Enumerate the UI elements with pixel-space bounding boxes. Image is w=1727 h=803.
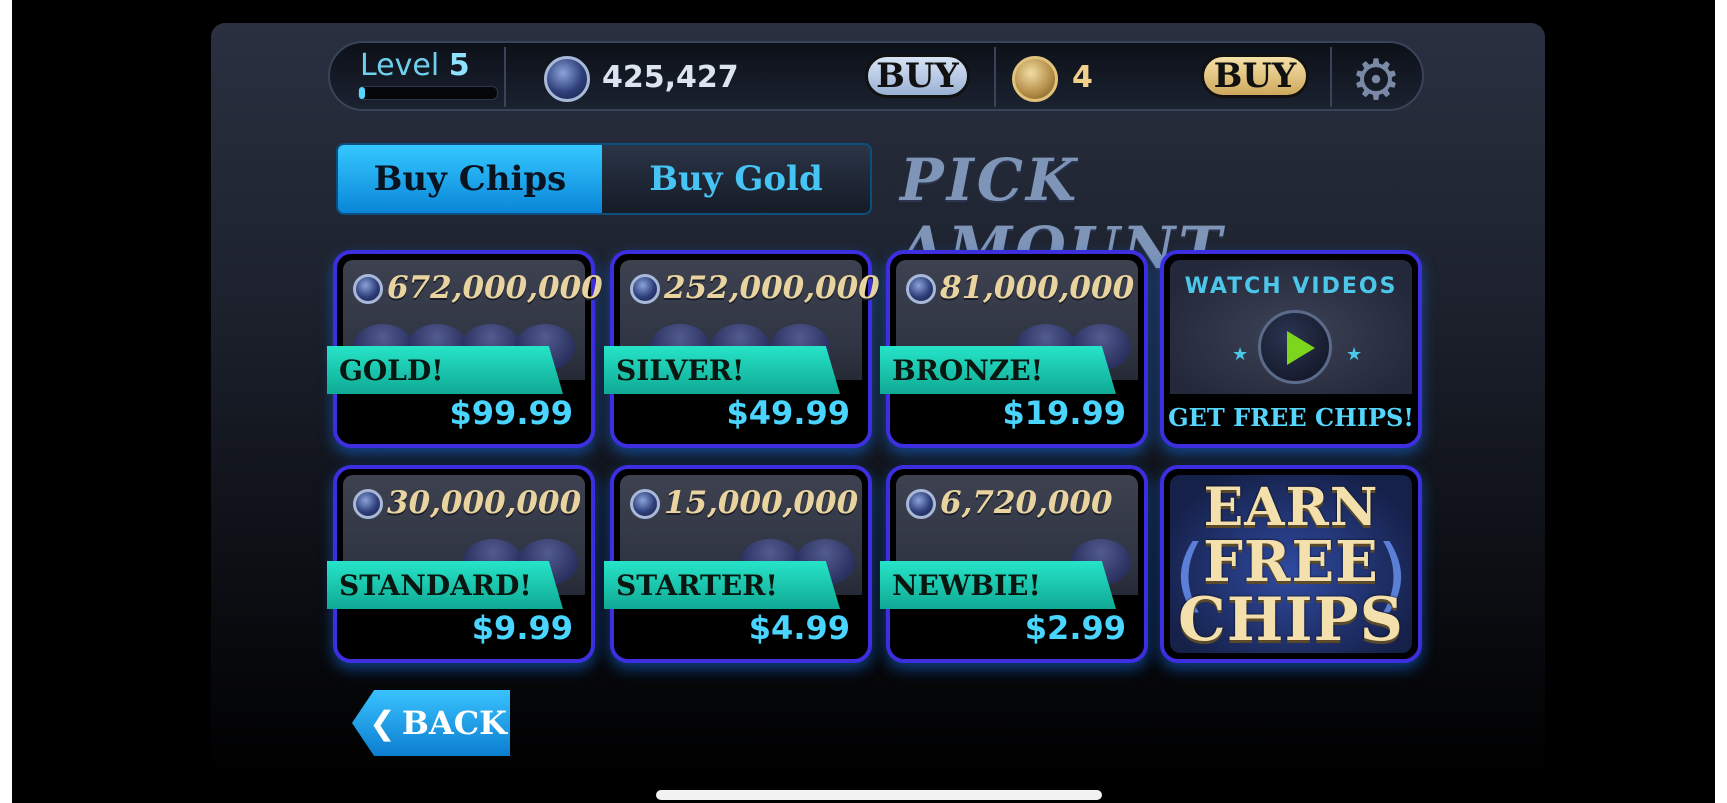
earn-free-chips-art: ( ) EARN FREE CHIPS: [1170, 475, 1412, 655]
chips-line: CHIPS: [1178, 585, 1404, 655]
buy-chips-button[interactable]: BUY: [865, 54, 970, 98]
package-card-bronze[interactable]: 81,000,000 BRONZE! $19.99: [880, 250, 1148, 448]
tab-buy-gold[interactable]: Buy Gold: [602, 145, 870, 213]
get-free-chips-label: GET FREE CHIPS!: [1168, 403, 1414, 432]
status-divider: [504, 47, 506, 107]
package-tier-ribbon: GOLD!: [327, 346, 563, 394]
package-card-silver[interactable]: 252,000,000 SILVER! $49.99: [604, 250, 880, 448]
level-value: 5: [448, 48, 470, 83]
play-icon: [1258, 310, 1332, 384]
buy-gold-button[interactable]: BUY: [1201, 54, 1309, 98]
package-tier-ribbon: STARTER!: [604, 561, 840, 609]
package-price: $9.99: [471, 609, 573, 647]
package-price: $2.99: [1024, 609, 1126, 647]
package-price: $99.99: [449, 394, 573, 432]
package-price: $49.99: [726, 394, 850, 432]
watch-videos-art: WATCH VIDEOS ★ ★: [1170, 260, 1412, 394]
package-amount: 6,720,000: [940, 485, 1113, 521]
package-amount: 81,000,000: [940, 270, 1135, 306]
level-progress-fill: [359, 87, 365, 99]
package-card-standard[interactable]: 30,000,000 STANDARD! $9.99: [327, 465, 595, 663]
status-divider: [994, 47, 996, 107]
package-amount: 15,000,000: [664, 485, 859, 521]
package-price: $4.99: [748, 609, 850, 647]
play-triangle: [1287, 331, 1315, 365]
package-tier-ribbon: STANDARD!: [327, 561, 563, 609]
page-title: PICK AMOUNT: [900, 146, 1225, 282]
level-indicator: Level 5: [360, 48, 470, 83]
store-tabs: Buy Chips Buy Gold: [336, 143, 872, 215]
tab-buy-chips[interactable]: Buy Chips: [338, 145, 602, 213]
package-card-newbie[interactable]: 6,720,000 NEWBIE! $2.99: [880, 465, 1148, 663]
gold-balance: 4: [1072, 60, 1093, 95]
level-progress-bar: [358, 86, 498, 100]
package-tier-ribbon: NEWBIE!: [880, 561, 1116, 609]
package-amount: 30,000,000: [387, 485, 582, 521]
star-icon: ★: [1232, 344, 1249, 365]
chip-icon: [544, 56, 590, 102]
earn-free-chips-card[interactable]: ( ) EARN FREE CHIPS: [1160, 465, 1422, 663]
chip-icon: [353, 489, 383, 519]
package-card-gold[interactable]: 672,000,000 GOLD! $99.99: [327, 250, 603, 448]
chip-icon: [906, 489, 936, 519]
gear-icon[interactable]: ⚙: [1348, 53, 1404, 109]
package-amount: 252,000,000: [664, 270, 880, 306]
watch-videos-title: WATCH VIDEOS: [1184, 274, 1398, 299]
back-button[interactable]: ❮ BACK: [352, 690, 510, 756]
chip-icon: [630, 274, 660, 304]
gold-coin-icon: [1012, 56, 1058, 102]
chips-balance: 425,427: [602, 60, 739, 95]
chip-icon: [906, 274, 936, 304]
chip-icon: [353, 274, 383, 304]
package-tier-ribbon: BRONZE!: [880, 346, 1116, 394]
star-icon: ★: [1346, 344, 1363, 365]
back-label: BACK: [401, 704, 507, 742]
package-card-starter[interactable]: 15,000,000 STARTER! $4.99: [604, 465, 872, 663]
watch-videos-card[interactable]: WATCH VIDEOS ★ ★ GET FREE CHIPS!: [1160, 250, 1422, 448]
package-price: $19.99: [1002, 394, 1126, 432]
level-label: Level: [360, 48, 440, 83]
chevron-left-icon: ❮: [369, 704, 396, 742]
package-tier-ribbon: SILVER!: [604, 346, 840, 394]
package-amount: 672,000,000: [387, 270, 603, 306]
chip-icon: [630, 489, 660, 519]
status-divider: [1330, 47, 1332, 107]
home-indicator[interactable]: [656, 790, 1102, 800]
